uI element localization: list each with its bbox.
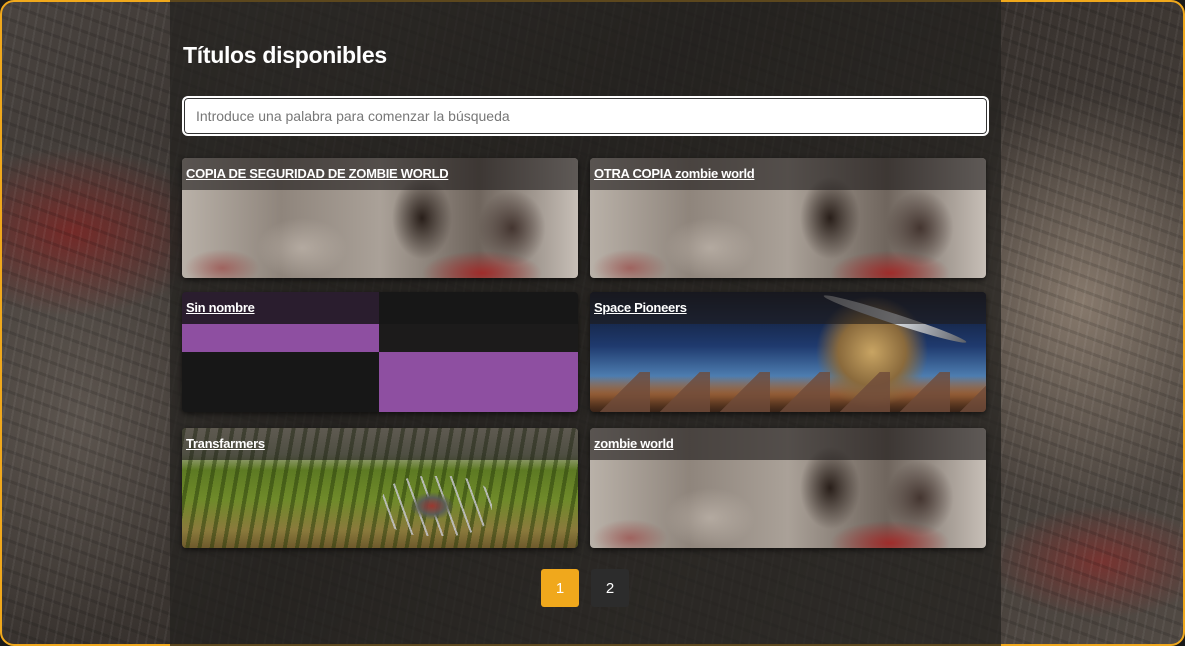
title-card-link[interactable]: zombie world <box>594 436 674 451</box>
title-card[interactable]: COPIA DE SEGURIDAD DE ZOMBIE WORLD <box>182 158 578 278</box>
title-card[interactable]: Space Pioneers <box>590 292 986 412</box>
page-button-1[interactable]: 1 <box>541 569 579 607</box>
title-card[interactable]: OTRA COPIA zombie world <box>590 158 986 278</box>
title-card-link[interactable]: OTRA COPIA zombie world <box>594 166 755 181</box>
title-card-header: COPIA DE SEGURIDAD DE ZOMBIE WORLD <box>182 158 578 190</box>
pagination: 1 2 <box>541 569 629 607</box>
page-button-2[interactable]: 2 <box>591 569 629 607</box>
title-card-header: zombie world <box>590 428 986 460</box>
title-card-header: OTRA COPIA zombie world <box>590 158 986 190</box>
robot-spider-decoration <box>382 476 492 536</box>
title-card-link[interactable]: Transfarmers <box>186 436 265 451</box>
title-card[interactable]: zombie world <box>590 428 986 548</box>
title-card-link[interactable]: Sin nombre <box>186 300 255 315</box>
mountains-decoration <box>590 372 986 412</box>
title-card-header: Space Pioneers <box>590 292 986 324</box>
page-title: Títulos disponibles <box>183 42 387 68</box>
title-card[interactable]: Sin nombre <box>182 292 578 412</box>
search-input[interactable] <box>184 98 987 134</box>
title-card[interactable]: Transfarmers <box>182 428 578 548</box>
title-card-header: Transfarmers <box>182 428 578 460</box>
title-card-link[interactable]: Space Pioneers <box>594 300 687 315</box>
title-card-link[interactable]: COPIA DE SEGURIDAD DE ZOMBIE WORLD <box>186 166 449 181</box>
title-card-header: Sin nombre <box>182 292 578 324</box>
search-box[interactable] <box>182 96 989 136</box>
